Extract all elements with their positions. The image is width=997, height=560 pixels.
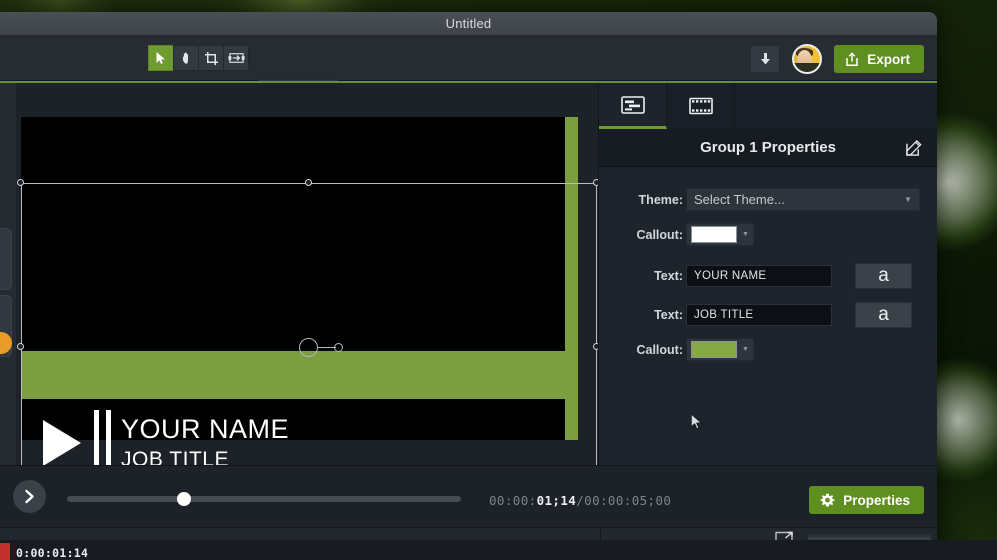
tab-callouts[interactable]: [599, 83, 667, 129]
rotation-anchor-dot[interactable]: [334, 343, 343, 352]
scrubber-track[interactable]: [67, 496, 461, 502]
avatar[interactable]: [792, 44, 822, 74]
crop-tool-button[interactable]: [198, 45, 224, 71]
properties-label: Properties: [843, 493, 910, 508]
pencil-edit-icon: [906, 139, 923, 156]
theme-select-value: Select Theme...: [694, 192, 904, 207]
theme-select[interactable]: Select Theme... ▼: [686, 188, 920, 211]
text-1-label: Text:: [599, 269, 683, 283]
selection-overlay: [21, 183, 597, 465]
callout-2-color-swatch: [691, 341, 737, 358]
callout-1-label: Callout:: [599, 228, 683, 242]
share-upload-icon: [845, 52, 859, 67]
chevron-down-icon: ▼: [742, 346, 749, 353]
text-1-font-button[interactable]: a: [855, 263, 912, 289]
selection-bounding-box: [21, 183, 597, 465]
properties-button[interactable]: Properties: [809, 486, 924, 514]
left-panel-item[interactable]: [0, 228, 12, 290]
row-callout-2: Callout: ▼: [599, 338, 937, 361]
callout-2-color-picker[interactable]: ▼: [686, 338, 754, 361]
edit-properties-button[interactable]: [906, 139, 923, 161]
row-theme: Theme: Select Theme... ▼: [599, 188, 937, 211]
avatar-shirt: [794, 63, 822, 72]
rotation-handle[interactable]: [299, 338, 318, 357]
row-text-2: Text: JOB TITLE a: [599, 302, 937, 328]
text-2-input[interactable]: JOB TITLE: [686, 304, 832, 326]
hand-tool-button[interactable]: [173, 45, 199, 71]
scrubber-knob[interactable]: [177, 492, 191, 506]
timecode-total: 00:00:05;00: [584, 493, 671, 508]
export-button[interactable]: Export: [834, 45, 924, 73]
preview-canvas[interactable]: YOUR NAME JOB TITLE: [0, 83, 598, 465]
fit-tool-button[interactable]: [223, 45, 249, 71]
callout-1-color-picker[interactable]: ▼: [686, 223, 754, 246]
chevron-down-icon: ▼: [742, 231, 749, 238]
mouse-pointer-icon: [690, 413, 704, 437]
properties-panel: Group 1 Properties Theme: Select Theme..…: [598, 83, 937, 465]
gear-icon: [820, 493, 835, 508]
text-2-font-button[interactable]: a: [855, 302, 912, 328]
text-1-input[interactable]: YOUR NAME: [686, 265, 832, 287]
selection-handle-top-left[interactable]: [17, 179, 24, 186]
row-text-1: Text: YOUR NAME a: [599, 263, 937, 289]
download-arrow-icon: [759, 52, 772, 67]
timecode-current-frames: 01;14: [537, 493, 577, 508]
window-title-bar[interactable]: Untitled: [0, 12, 937, 36]
export-label: Export: [867, 52, 910, 67]
selection-handle-top-center[interactable]: [305, 179, 312, 186]
toolbar-right-group: Export: [750, 44, 924, 74]
collapsed-left-panel[interactable]: [0, 83, 16, 465]
callout-2-label: Callout:: [599, 343, 683, 357]
main-toolbar: 55% ▼ Export: [0, 36, 937, 81]
theme-label: Theme:: [599, 193, 683, 207]
film-strip-icon: [689, 97, 713, 115]
callout-1-color-swatch: [691, 226, 737, 243]
crop-icon: [204, 51, 219, 66]
timecode-prefix: 00:00:: [489, 493, 537, 508]
chevron-right-icon: [23, 489, 36, 504]
panel-tab-bar: [599, 83, 937, 129]
playhead-timestamp: 0:00:01:14: [16, 546, 88, 560]
hand-icon: [179, 51, 194, 66]
tool-group: [148, 45, 248, 71]
fit-to-screen-icon: [228, 51, 245, 65]
selection-handle-middle-left[interactable]: [17, 343, 24, 350]
page-title: Group 1 Properties: [700, 139, 836, 156]
select-tool-button[interactable]: [148, 45, 174, 71]
application-window: Untitled: [0, 12, 937, 560]
tab-media[interactable]: [667, 83, 735, 129]
window-title: Untitled: [0, 12, 937, 35]
download-button[interactable]: [750, 45, 780, 73]
panel-header: Group 1 Properties: [599, 129, 937, 167]
timecode-display: 00:00:01;14/00:00:05;00: [489, 493, 671, 508]
cursor-arrow-icon: [154, 51, 168, 65]
playhead-marker[interactable]: [0, 543, 10, 560]
row-callout-1: Callout: ▼: [599, 223, 937, 246]
playhead-bar: [0, 540, 997, 560]
chevron-down-icon: ▼: [904, 195, 912, 204]
next-step-button[interactable]: [13, 480, 46, 513]
text-2-label: Text:: [599, 308, 683, 322]
timecode-separator: /: [576, 493, 584, 508]
callout-panel-icon: [621, 96, 645, 114]
